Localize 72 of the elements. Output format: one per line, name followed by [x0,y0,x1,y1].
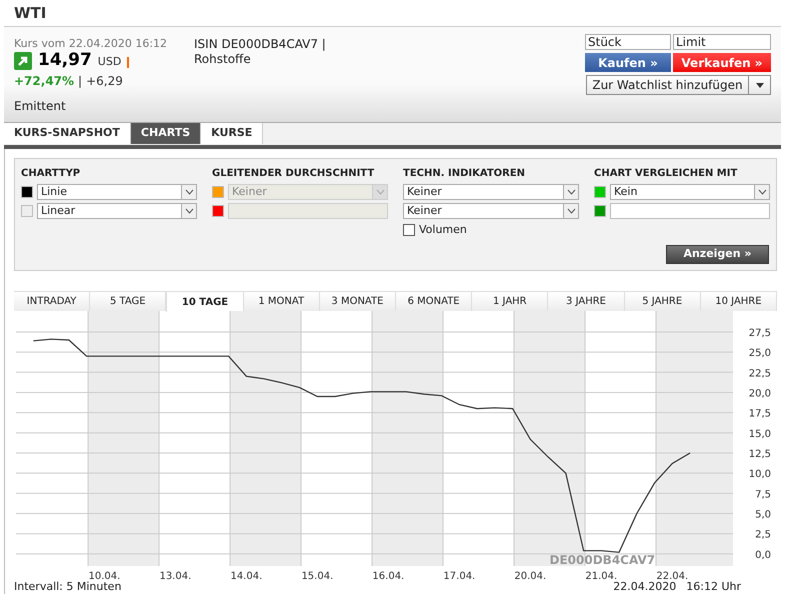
period-tab[interactable]: INTRADAY [14,291,90,311]
limit-field[interactable]: Limit [673,34,771,50]
color-swatch[interactable] [594,186,606,198]
x-tick-label: 21.04. [585,571,618,581]
select-field[interactable]: Linear [37,203,197,219]
x-tick-label: 14.04. [230,571,262,581]
group-heading: GLEITENDER DURCHSCHNITT [212,167,376,181]
change-percent: +72,47% [14,73,74,89]
y-tick-label: 20,0 [748,388,771,400]
input-field[interactable] [610,203,770,219]
color-swatch[interactable] [21,186,33,198]
quote-timestamp: Kurs vom 22.04.2020 16:12 [14,37,168,51]
x-tick-label: 20.04. [514,571,546,581]
period-tab[interactable]: 10 JAHRE [700,291,778,311]
period-tab[interactable]: 3 JAHRE [548,291,625,311]
group-heading: TECHN. INDIKATOREN [403,167,526,181]
y-tick-label: 17,5 [748,408,771,420]
buy-button[interactable]: Kaufen » [585,53,671,72]
period-tab[interactable]: 6 MONATE [396,291,472,311]
period-tab[interactable]: 5 JAHRE [624,291,701,311]
interval-label: Intervall: 5 Minuten [14,580,122,594]
period-tab[interactable]: 3 MONATE [320,291,396,311]
currency: USD [98,54,122,70]
tab[interactable]: KURS-SNAPSHOT [4,123,131,144]
price: 14,97 [38,49,92,72]
separator: | [78,73,82,89]
tab[interactable]: KURSE [201,123,264,144]
trend-up-icon [14,52,32,70]
y-tick-label: 10,0 [748,469,771,480]
change-absolute: +6,29 [86,73,123,89]
x-tick-label: 17.04. [443,571,476,581]
color-swatch[interactable] [594,205,606,217]
chart-date: 22.04.2020 [613,580,676,594]
y-tick-label: 12,5 [748,449,771,460]
y-tick-label: 5,0 [755,510,771,521]
page-title: WTI [14,2,46,24]
tab[interactable]: CHARTS [130,123,202,144]
chart-annotation: DE000DB4CAV7 [550,553,656,567]
select-field[interactable]: Linie [37,184,197,200]
group-heading: CHARTTYP [21,167,82,181]
x-tick-label: 22.04. [656,571,688,581]
period-tab[interactable]: 1 JAHR [472,291,548,311]
checkbox[interactable] [403,224,415,236]
category-text: Rohstoffe [194,52,252,67]
x-tick-label: 10.04. [88,571,120,581]
quantity-field[interactable]: Stück [585,34,671,50]
select-field[interactable]: Keiner [403,203,579,219]
group-heading: CHART VERGLEICHEN MIT [594,167,738,181]
show-button[interactable]: Anzeigen » [666,245,769,264]
period-tab[interactable]: 5 TAGE [90,291,166,311]
isin-text: ISIN DE000DB4CAV7 | [194,37,327,52]
checkbox-label: Volumen [419,222,467,238]
chart-time: 16:12 Uhr [686,580,741,594]
select-field[interactable]: Kein [610,184,770,200]
y-tick-label: 7,5 [755,489,771,500]
y-tick-label: 22,5 [748,368,771,380]
y-tick-label: 15,0 [748,428,771,440]
issuer-label: Emittent [14,98,67,115]
y-tick-label: 25,0 [748,348,771,360]
sell-button[interactable]: Verkaufen » [673,53,771,72]
select-field[interactable]: Keiner [403,184,579,200]
x-tick-label: 16.04. [372,571,404,581]
price-marker [127,56,130,68]
color-swatch[interactable] [21,205,33,217]
period-tab[interactable]: 1 MONAT [244,291,320,311]
y-tick-label: 27,5 [748,328,771,339]
x-tick-label: 15.04. [301,571,334,581]
y-tick-label: 2,5 [755,530,771,541]
period-tab[interactable]: 10 TAGE [166,291,244,312]
caret-icon [756,82,764,88]
x-tick-label: 13.04. [159,571,192,581]
y-tick-label: 0,0 [755,550,771,561]
